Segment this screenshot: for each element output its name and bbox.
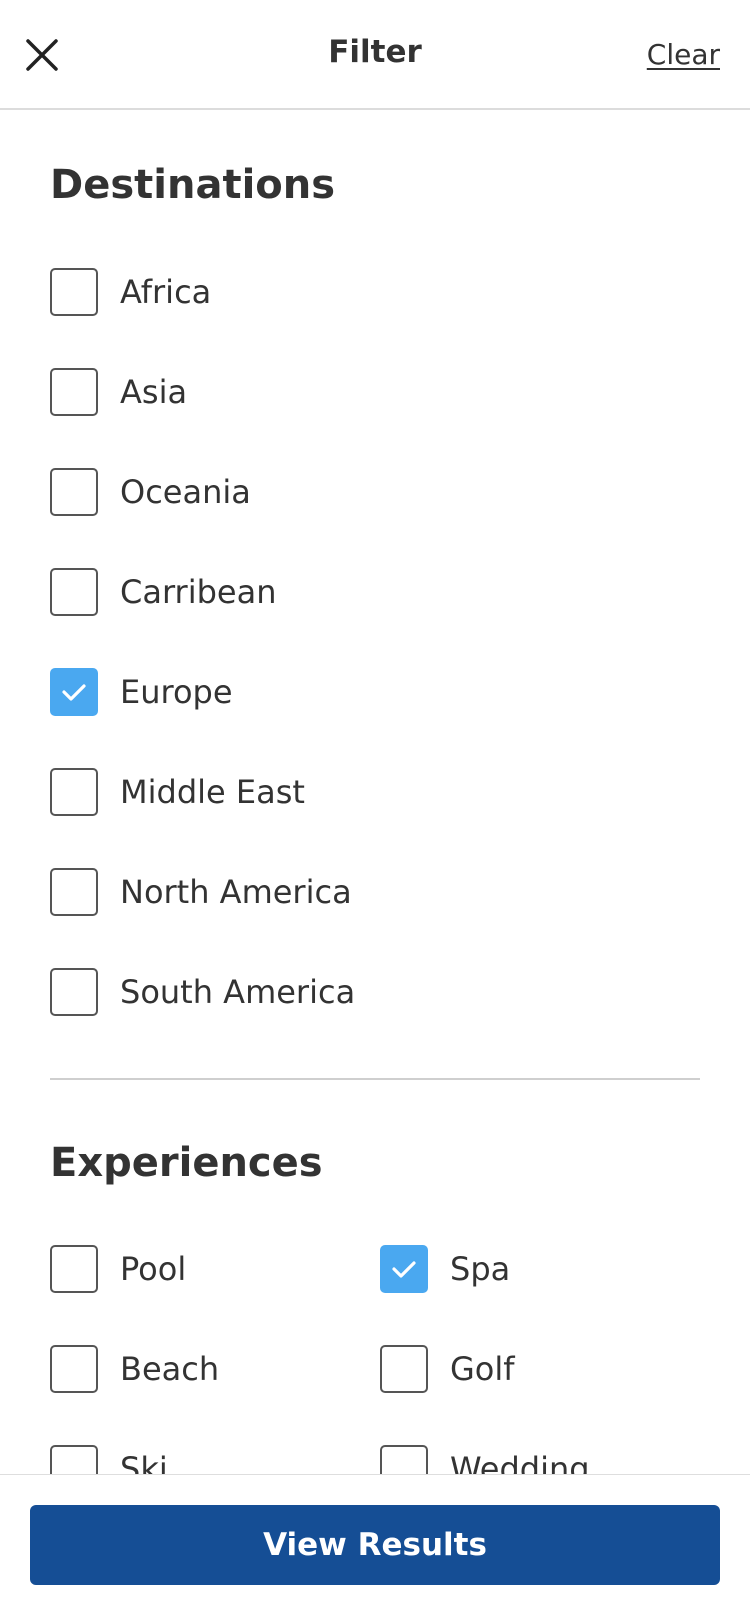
destinations-title: Destinations bbox=[50, 162, 336, 208]
checkbox[interactable] bbox=[50, 1345, 98, 1393]
checkbox[interactable] bbox=[50, 268, 98, 316]
experience-option-spa[interactable]: Spa bbox=[380, 1244, 510, 1294]
header: Filter Clear bbox=[0, 0, 750, 110]
destination-option-asia[interactable]: Asia bbox=[50, 367, 187, 417]
section-divider bbox=[50, 1078, 700, 1080]
page-title: Filter bbox=[328, 34, 422, 70]
option-label: Asia bbox=[120, 373, 188, 411]
checkbox-checked[interactable] bbox=[380, 1245, 428, 1293]
option-label: South America bbox=[120, 973, 356, 1011]
destination-option-middle-east[interactable]: Middle East bbox=[50, 767, 305, 817]
checkmark-icon bbox=[62, 684, 86, 701]
option-label: Spa bbox=[450, 1250, 511, 1288]
option-label: Golf bbox=[450, 1350, 515, 1388]
experience-option-golf[interactable]: Golf bbox=[380, 1344, 515, 1394]
checkbox[interactable] bbox=[50, 468, 98, 516]
destination-option-south-america[interactable]: South America bbox=[50, 967, 355, 1017]
experience-option-beach[interactable]: Beach bbox=[50, 1344, 219, 1394]
checkmark-icon bbox=[392, 1261, 416, 1278]
filter-screen: Filter Clear Destinations Africa Asia Oc… bbox=[0, 0, 750, 1624]
option-label: Beach bbox=[120, 1350, 220, 1388]
option-label: Pool bbox=[120, 1250, 187, 1288]
clear-button[interactable]: Clear bbox=[647, 38, 720, 71]
destination-option-europe[interactable]: Europe bbox=[50, 667, 233, 717]
destination-option-africa[interactable]: Africa bbox=[50, 267, 211, 317]
checkbox[interactable] bbox=[380, 1345, 428, 1393]
option-label: Carribean bbox=[120, 573, 277, 611]
option-label: Oceania bbox=[120, 473, 251, 511]
destination-option-oceania[interactable]: Oceania bbox=[50, 467, 251, 517]
checkbox[interactable] bbox=[50, 568, 98, 616]
view-results-button[interactable]: View Results bbox=[30, 1505, 720, 1585]
checkbox[interactable] bbox=[50, 768, 98, 816]
destination-option-carribean[interactable]: Carribean bbox=[50, 567, 276, 617]
destination-option-north-america[interactable]: North America bbox=[50, 867, 352, 917]
checkbox[interactable] bbox=[50, 368, 98, 416]
footer: View Results bbox=[0, 1474, 750, 1624]
experiences-title: Experiences bbox=[50, 1140, 323, 1186]
option-label: Europe bbox=[120, 673, 233, 711]
checkbox[interactable] bbox=[50, 968, 98, 1016]
experience-option-pool[interactable]: Pool bbox=[50, 1244, 186, 1294]
checkbox-checked[interactable] bbox=[50, 668, 98, 716]
checkbox[interactable] bbox=[50, 868, 98, 916]
option-label: North America bbox=[120, 873, 352, 911]
option-label: Middle East bbox=[120, 773, 305, 811]
checkbox[interactable] bbox=[50, 1245, 98, 1293]
option-label: Africa bbox=[120, 273, 212, 311]
